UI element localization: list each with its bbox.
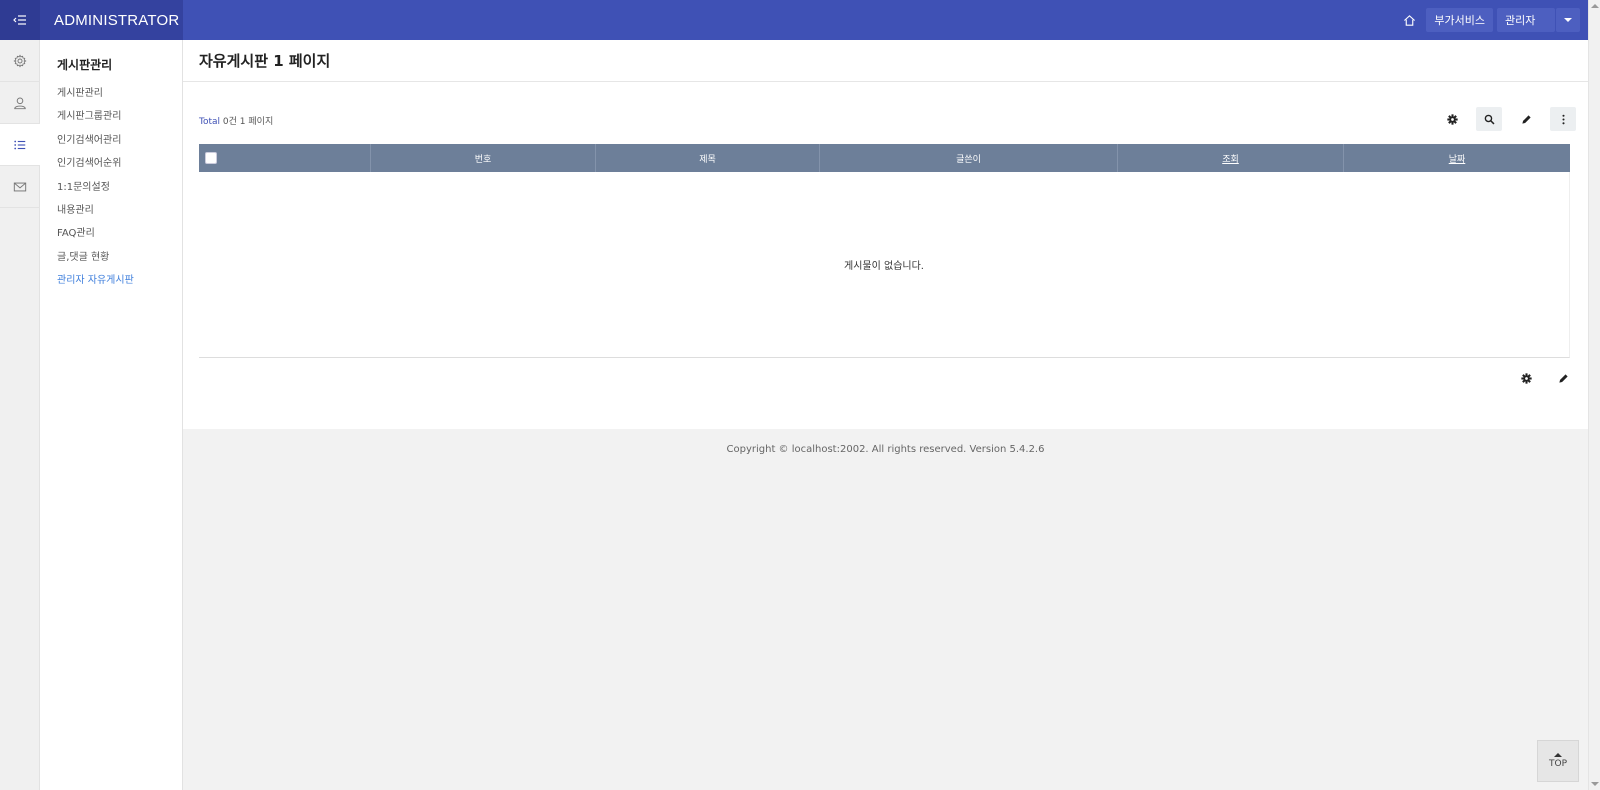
scroll-up-arrow-icon[interactable] <box>1591 4 1599 8</box>
scroll-down-arrow-icon[interactable] <box>1591 782 1599 786</box>
submenu-item-qa-config[interactable]: 1:1문의설정 <box>57 176 182 199</box>
page-info: 1 페이지 <box>239 117 274 127</box>
list-icon <box>14 140 26 149</box>
rail-item-members[interactable] <box>0 82 40 124</box>
gear-icon <box>1446 113 1458 125</box>
select-all-checkbox[interactable] <box>205 152 217 164</box>
board-toolbar <box>1439 107 1576 131</box>
empty-board-message: 게시물이 없습니다. <box>199 172 1570 358</box>
home-button[interactable] <box>1396 8 1422 32</box>
search-button[interactable] <box>1476 107 1502 131</box>
submenu: 게시판관리 게시판관리 게시판그룹관리 인기검색어관리 인기검색어순위 1:1문… <box>40 40 183 790</box>
header-cell-subject: 제목 <box>596 144 820 172</box>
total-count: 0건 <box>222 117 237 127</box>
board-table: 번호 제목 글쓴이 조회 날짜 게시물이 없습니다. <box>199 144 1570 358</box>
pencil-icon <box>1521 114 1531 124</box>
search-icon <box>1484 114 1495 125</box>
submenu-item-board-group[interactable]: 게시판그룹관리 <box>57 105 182 128</box>
caret-down-icon <box>1564 18 1572 22</box>
menu-toggle-button[interactable] <box>0 0 40 40</box>
bottom-write-button[interactable] <box>1550 366 1576 390</box>
submenu-item-admin-free-board[interactable]: 관리자 자유게시판 <box>57 269 182 292</box>
footer-copyright: Copyright © localhost:2002. All rights r… <box>726 444 1045 455</box>
header-actions: 부가서비스 관리자 <box>1396 8 1588 32</box>
admin-settings-button[interactable] <box>1439 107 1465 131</box>
submenu-item-popular-search-manage[interactable]: 인기검색어관리 <box>57 129 182 152</box>
brand-title[interactable]: ADMINISTRATOR <box>40 0 183 40</box>
board-table-header: 번호 제목 글쓴이 조회 날짜 <box>199 144 1570 172</box>
top-header: ADMINISTRATOR 부가서비스 관리자 <box>0 0 1588 40</box>
arrow-up-icon <box>1554 753 1562 757</box>
submenu-item-faq[interactable]: FAQ관리 <box>57 222 182 245</box>
rail-item-mail[interactable] <box>0 166 40 208</box>
admin-button[interactable]: 관리자 <box>1497 8 1555 32</box>
bottom-admin-settings-button[interactable] <box>1513 366 1539 390</box>
board-bottom-toolbar <box>1513 366 1576 390</box>
header-cell-date-sort[interactable]: 날짜 <box>1344 144 1570 172</box>
main-content: 자유게시판 1 페이지 Total 0건 1 페이지 번호 제목 글쓴이 조회 … <box>183 40 1588 429</box>
list-total-info: Total 0건 1 페이지 <box>199 114 273 127</box>
extra-service-button[interactable]: 부가서비스 <box>1426 8 1493 32</box>
admin-dropdown-button[interactable] <box>1556 8 1580 32</box>
gear-icon <box>13 53 27 68</box>
mail-icon <box>13 182 27 191</box>
header-cell-hits-sort[interactable]: 조회 <box>1118 144 1344 172</box>
page-scrollbar[interactable] <box>1588 0 1600 790</box>
icon-rail <box>0 40 40 790</box>
scroll-to-top-button[interactable]: TOP <box>1537 740 1579 782</box>
menu-collapse-icon <box>13 15 26 25</box>
submenu-item-board-manage[interactable]: 게시판관리 <box>57 82 182 105</box>
rail-item-settings[interactable] <box>0 40 40 82</box>
user-icon <box>14 97 26 109</box>
header-cell-writer: 글쓴이 <box>820 144 1118 172</box>
more-options-button[interactable] <box>1550 107 1576 131</box>
header-cell-checkbox <box>199 144 371 172</box>
total-label: Total <box>199 117 221 127</box>
submenu-item-post-stats[interactable]: 글,댓글 현황 <box>57 246 182 269</box>
rail-item-board[interactable] <box>0 124 40 166</box>
page-title: 자유게시판 1 페이지 <box>183 40 1588 82</box>
home-icon <box>1403 14 1415 26</box>
top-button-label: TOP <box>1548 759 1567 769</box>
submenu-item-content[interactable]: 내용관리 <box>57 199 182 222</box>
gear-icon <box>1520 372 1532 384</box>
header-cell-number: 번호 <box>371 144 596 172</box>
pencil-icon <box>1558 373 1568 383</box>
write-button[interactable] <box>1513 107 1539 131</box>
more-vertical-icon <box>1561 114 1565 124</box>
submenu-title: 게시판관리 <box>57 58 113 72</box>
submenu-item-popular-search-rank[interactable]: 인기검색어순위 <box>57 152 182 175</box>
